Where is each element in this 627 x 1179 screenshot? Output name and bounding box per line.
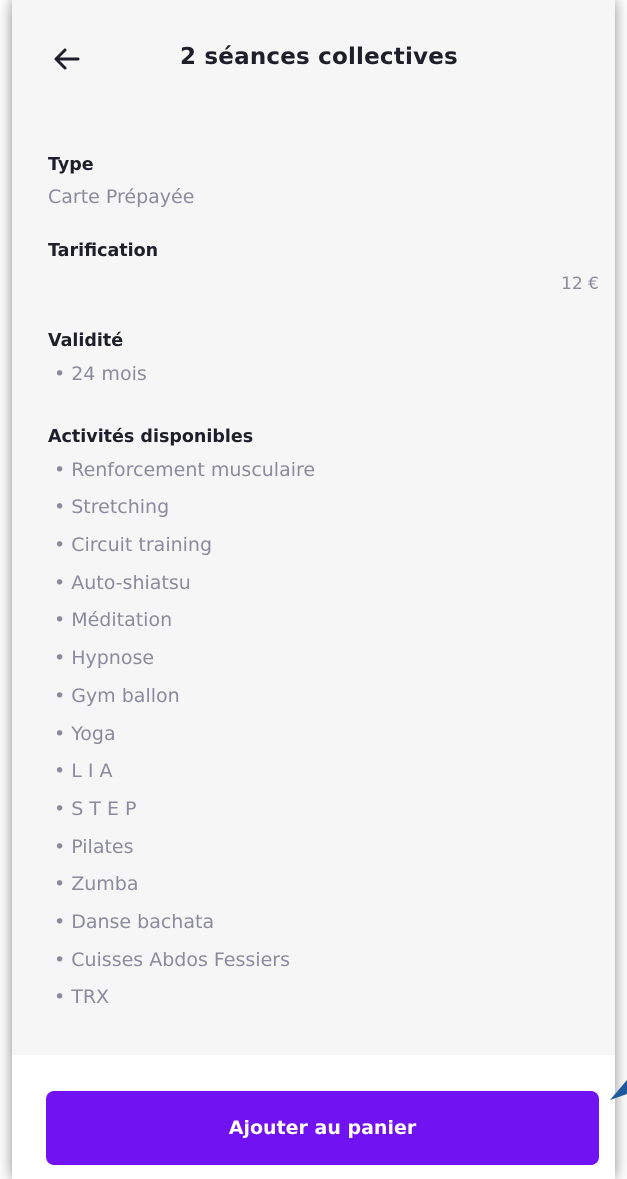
- bullet-dot: •: [54, 534, 66, 557]
- list-item: • Danse bachata: [48, 904, 603, 942]
- corner-arrow-icon: [610, 1080, 627, 1100]
- activity-name: TRX: [71, 986, 110, 1009]
- list-item: • S T E P: [48, 791, 603, 829]
- activity-name: Cuisses Abdos Fessiers: [71, 948, 290, 971]
- validity-text: 24 mois: [71, 363, 147, 385]
- bullet-dot: •: [54, 986, 66, 1009]
- validity-value: • 24 mois: [48, 356, 603, 394]
- list-item: • Auto-shiatsu: [48, 565, 603, 603]
- activity-name: Gym ballon: [71, 684, 180, 707]
- activity-name: Pilates: [71, 835, 134, 858]
- activities-label: Activités disponibles: [48, 426, 254, 447]
- activity-name: Auto-shiatsu: [71, 571, 191, 594]
- bullet-dot: •: [54, 722, 66, 745]
- list-item: • Hypnose: [48, 640, 603, 678]
- bullet-dot: •: [54, 363, 66, 385]
- bullet-dot: •: [54, 496, 66, 519]
- activity-name: Yoga: [71, 722, 116, 745]
- list-item: • Circuit training: [48, 527, 603, 565]
- bullet-dot: •: [54, 873, 66, 896]
- footer-bar: Ajouter au panier: [12, 1055, 615, 1179]
- add-to-cart-button[interactable]: Ajouter au panier: [46, 1091, 599, 1165]
- header-bar: 2 séances collectives: [12, 30, 615, 90]
- activity-name: Stretching: [71, 496, 170, 519]
- bullet-dot: •: [54, 647, 66, 670]
- list-item: • Stretching: [48, 489, 603, 527]
- list-item: • TRX: [48, 979, 603, 1017]
- pricing-label: Tarification: [48, 241, 159, 261]
- type-value: Carte Prépayée: [48, 186, 195, 208]
- list-item: • Renforcement musculaire: [48, 452, 603, 490]
- app-frame: 2 séances collectives Type Carte Prépayé…: [0, 0, 627, 1179]
- bullet-dot: •: [54, 797, 66, 820]
- type-label: Type: [48, 155, 94, 175]
- validity-label: Validité: [48, 331, 124, 351]
- list-item: • Méditation: [48, 602, 603, 640]
- activity-name: L I A: [71, 760, 113, 783]
- list-item: • Pilates: [48, 829, 603, 867]
- list-item: • Gym ballon: [48, 678, 603, 716]
- activities-list: • Renforcement musculaire • Stretching • Ci…: [48, 452, 603, 1017]
- bullet-dot: •: [54, 760, 66, 783]
- list-item: • Yoga: [48, 716, 603, 754]
- price-value: 12 €: [561, 274, 599, 294]
- activity-name: Circuit training: [71, 534, 213, 557]
- page-title: 2 séances collectives: [180, 44, 458, 70]
- arrow-left-icon: [54, 48, 80, 70]
- product-detail-screen: 2 séances collectives Type Carte Prépayé…: [12, 0, 615, 1179]
- activity-name: Danse bachata: [71, 910, 215, 933]
- activity-name: Hypnose: [71, 647, 155, 670]
- activity-name: Méditation: [71, 609, 173, 632]
- list-item: • Zumba: [48, 866, 603, 904]
- activity-name: Renforcement musculaire: [71, 458, 316, 481]
- bullet-dot: •: [54, 948, 66, 971]
- activity-name: Zumba: [71, 873, 139, 896]
- bullet-dot: •: [54, 458, 66, 481]
- list-item: • Cuisses Abdos Fessiers: [48, 942, 603, 980]
- bullet-dot: •: [54, 684, 66, 707]
- list-item: • L I A: [48, 753, 603, 791]
- bullet-dot: •: [54, 835, 66, 858]
- bullet-dot: •: [54, 571, 66, 594]
- bullet-dot: •: [54, 609, 66, 632]
- bullet-dot: •: [54, 910, 66, 933]
- details-panel: Type Carte Prépayée Tarification 12 € Va…: [48, 150, 603, 1017]
- back-button[interactable]: [52, 44, 82, 74]
- activity-name: S T E P: [71, 797, 137, 820]
